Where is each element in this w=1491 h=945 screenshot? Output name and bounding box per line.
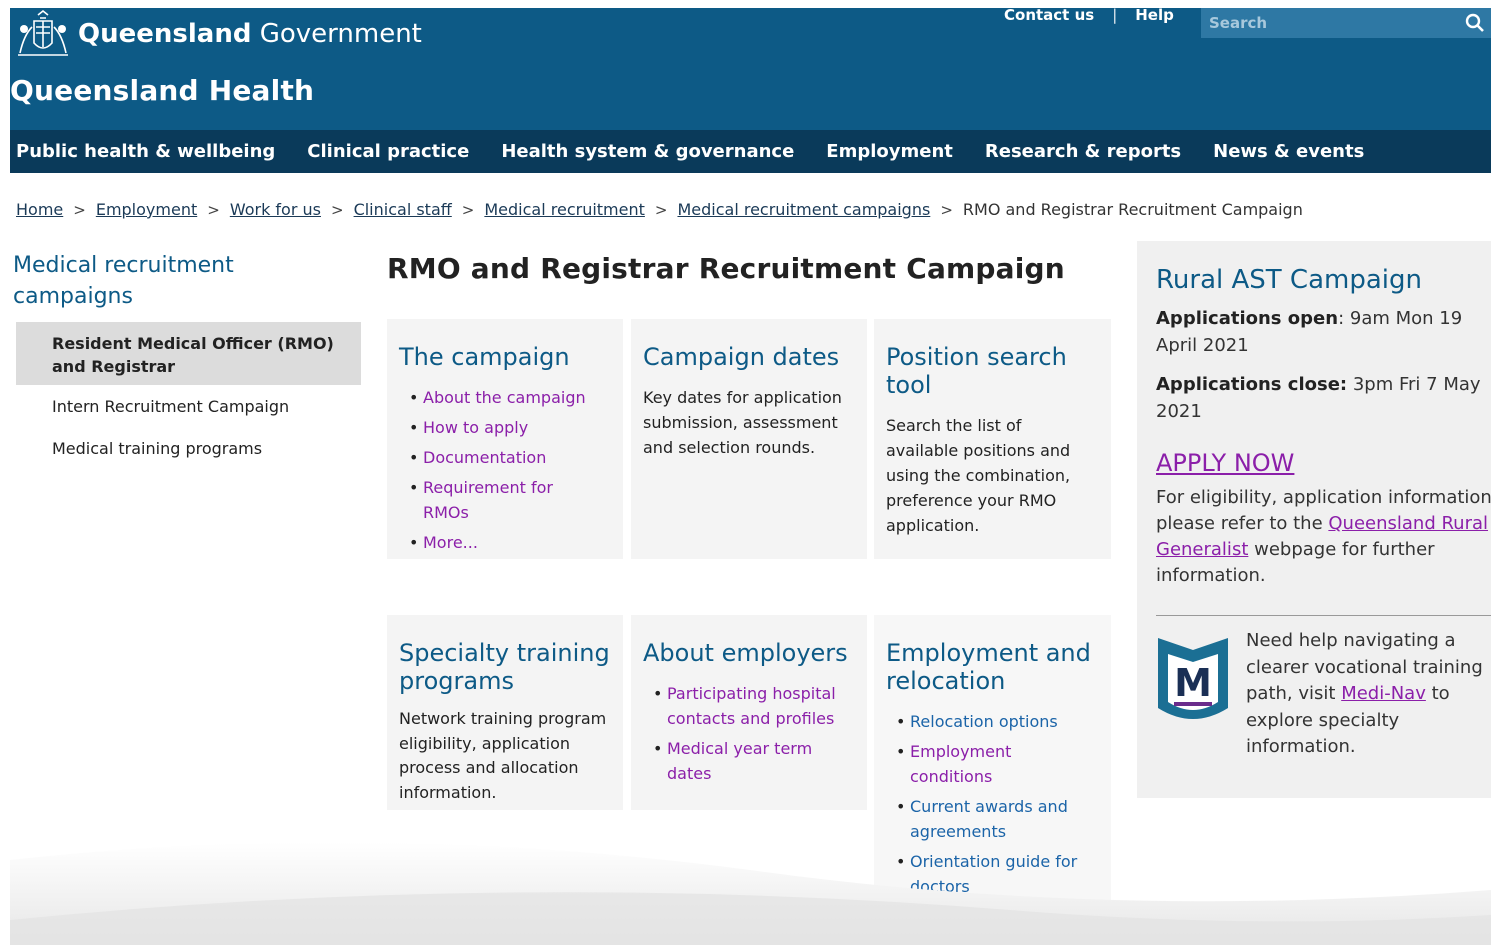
breadcrumb-medical-recruitment-campaigns[interactable]: Medical recruitment campaigns xyxy=(677,200,930,219)
applications-open: Applications open: 9am Mon 19 April 2021 xyxy=(1156,308,1463,356)
tile-title[interactable]: About employers xyxy=(643,639,855,667)
list-item: Relocation options xyxy=(896,709,1099,734)
breadcrumb-current: RMO and Registrar Recruitment Campaign xyxy=(962,200,1303,219)
sidenav-list: Resident Medical Officer (RMO) and Regis… xyxy=(16,322,361,469)
list-item: Participating hospital contacts and prof… xyxy=(653,681,863,731)
divider xyxy=(1156,615,1491,616)
tile-description: Key dates for application submission, as… xyxy=(643,388,842,457)
link-how-to-apply[interactable]: How to apply xyxy=(423,418,528,437)
tile-title[interactable]: Campaign dates xyxy=(643,343,855,371)
sidenav-title[interactable]: Medical recruitment campaigns xyxy=(13,250,353,312)
list-item: Employment conditions xyxy=(896,739,1066,789)
svg-text:M: M xyxy=(1174,661,1212,705)
page-title: RMO and Registrar Recruitment Campaign xyxy=(387,252,1065,285)
link-more[interactable]: More... xyxy=(423,533,478,552)
chevron-right-icon: > xyxy=(73,200,86,219)
link-requirement-rmos[interactable]: Requirement for RMOs xyxy=(423,478,553,522)
contact-us-link[interactable]: Contact us xyxy=(1004,6,1094,24)
list-item: Requirement for RMOs xyxy=(409,475,579,525)
breadcrumb-work-for-us[interactable]: Work for us xyxy=(230,200,321,219)
utility-links: Contact us | Help xyxy=(1004,6,1174,24)
breadcrumb-medical-recruitment[interactable]: Medical recruitment xyxy=(484,200,645,219)
nav-news-events[interactable]: News & events xyxy=(1207,141,1370,162)
sidenav-item-intern-recruitment[interactable]: Intern Recruitment Campaign xyxy=(16,385,361,427)
tile-the-campaign: The campaign About the campaign How to a… xyxy=(387,319,623,559)
chevron-right-icon: > xyxy=(461,200,475,219)
tile-title[interactable]: Specialty training programs xyxy=(399,639,619,695)
panel-title: Rural AST Campaign xyxy=(1156,265,1422,295)
nav-research-reports[interactable]: Research & reports xyxy=(979,141,1187,162)
list-item: More... xyxy=(409,530,611,555)
sidenav-item-rmo-registrar[interactable]: Resident Medical Officer (RMO) and Regis… xyxy=(16,322,361,385)
link-documentation[interactable]: Documentation xyxy=(423,448,546,467)
chevron-right-icon: > xyxy=(330,200,344,219)
rural-ast-panel: Rural AST Campaign Applications open: 9a… xyxy=(1137,241,1491,798)
chevron-right-icon: > xyxy=(207,200,220,219)
tile-link-list: About the campaign How to apply Document… xyxy=(409,385,611,555)
eligibility-text: For eligibility, application information… xyxy=(1156,487,1491,586)
tile-description: Search the list of available positions a… xyxy=(886,416,1071,535)
tile-title[interactable]: Employment and relocation xyxy=(886,639,1101,695)
link-employment-conditions[interactable]: Employment conditions xyxy=(910,742,1011,786)
sidenav-item-medical-training[interactable]: Medical training programs xyxy=(16,427,361,469)
nav-public-health[interactable]: Public health & wellbeing xyxy=(10,141,281,162)
help-link[interactable]: Help xyxy=(1135,6,1174,24)
tile-campaign-dates: Campaign dates Key dates for application… xyxy=(631,319,867,559)
footer-wave xyxy=(10,842,1491,945)
link-relocation-options[interactable]: Relocation options xyxy=(910,712,1058,731)
medi-nav-link[interactable]: Medi-Nav xyxy=(1341,683,1426,704)
breadcrumb-home[interactable]: Home xyxy=(16,200,63,219)
tile-about-employers: About employers Participating hospital c… xyxy=(631,615,867,810)
nav-employment[interactable]: Employment xyxy=(820,141,959,162)
search-icon[interactable] xyxy=(1463,11,1487,35)
list-item: Medical year term dates xyxy=(653,736,853,786)
qld-gov-brand[interactable]: Queensland Government xyxy=(10,8,422,60)
chevron-right-icon: > xyxy=(654,200,668,219)
tile-title[interactable]: The campaign xyxy=(399,343,611,371)
utility-separator: | xyxy=(1112,6,1118,24)
medinav-promo: M Need help navigating a clearer vocatio… xyxy=(1156,630,1491,761)
medinav-logo-icon[interactable]: M xyxy=(1156,634,1230,730)
apply-now-link[interactable]: APPLY NOW xyxy=(1156,449,1294,477)
list-item: How to apply xyxy=(409,415,611,440)
applications-close: Applications close: 3pm Fri 7 May 2021 xyxy=(1156,374,1481,422)
chevron-right-icon: > xyxy=(940,200,953,219)
list-item: About the campaign xyxy=(409,385,611,410)
breadcrumb-employment[interactable]: Employment xyxy=(96,200,197,219)
main-nav: Public health & wellbeing Clinical pract… xyxy=(10,130,1491,173)
nav-clinical-practice[interactable]: Clinical practice xyxy=(301,141,475,162)
tile-title[interactable]: Position search tool xyxy=(886,343,1086,399)
search-box xyxy=(1201,8,1491,38)
qld-crest-icon xyxy=(10,9,76,59)
tile-specialty-training: Specialty training programs Network trai… xyxy=(387,615,623,810)
link-participating-hospital[interactable]: Participating hospital contacts and prof… xyxy=(667,684,836,728)
search-input[interactable] xyxy=(1201,14,1463,32)
link-about-campaign[interactable]: About the campaign xyxy=(423,388,586,407)
site-header: Queensland Government Queensland Health … xyxy=(10,6,1491,130)
nav-health-system[interactable]: Health system & governance xyxy=(495,141,800,162)
medinav-text: Need help navigating a clearer vocationa… xyxy=(1246,630,1483,757)
tile-position-search: Position search tool Search the list of … xyxy=(874,319,1111,559)
tile-description: Network training program eligibility, ap… xyxy=(399,709,607,802)
qld-gov-wordmark: Queensland Government xyxy=(78,19,422,49)
tile-link-list: Participating hospital contacts and prof… xyxy=(653,681,855,786)
list-item: Documentation xyxy=(409,445,611,470)
site-name[interactable]: Queensland Health xyxy=(10,74,314,107)
link-medical-year-term[interactable]: Medical year term dates xyxy=(667,739,812,783)
breadcrumb-clinical-staff[interactable]: Clinical staff xyxy=(354,200,452,219)
breadcrumb: Home > Employment > Work for us > Clinic… xyxy=(16,200,1303,219)
